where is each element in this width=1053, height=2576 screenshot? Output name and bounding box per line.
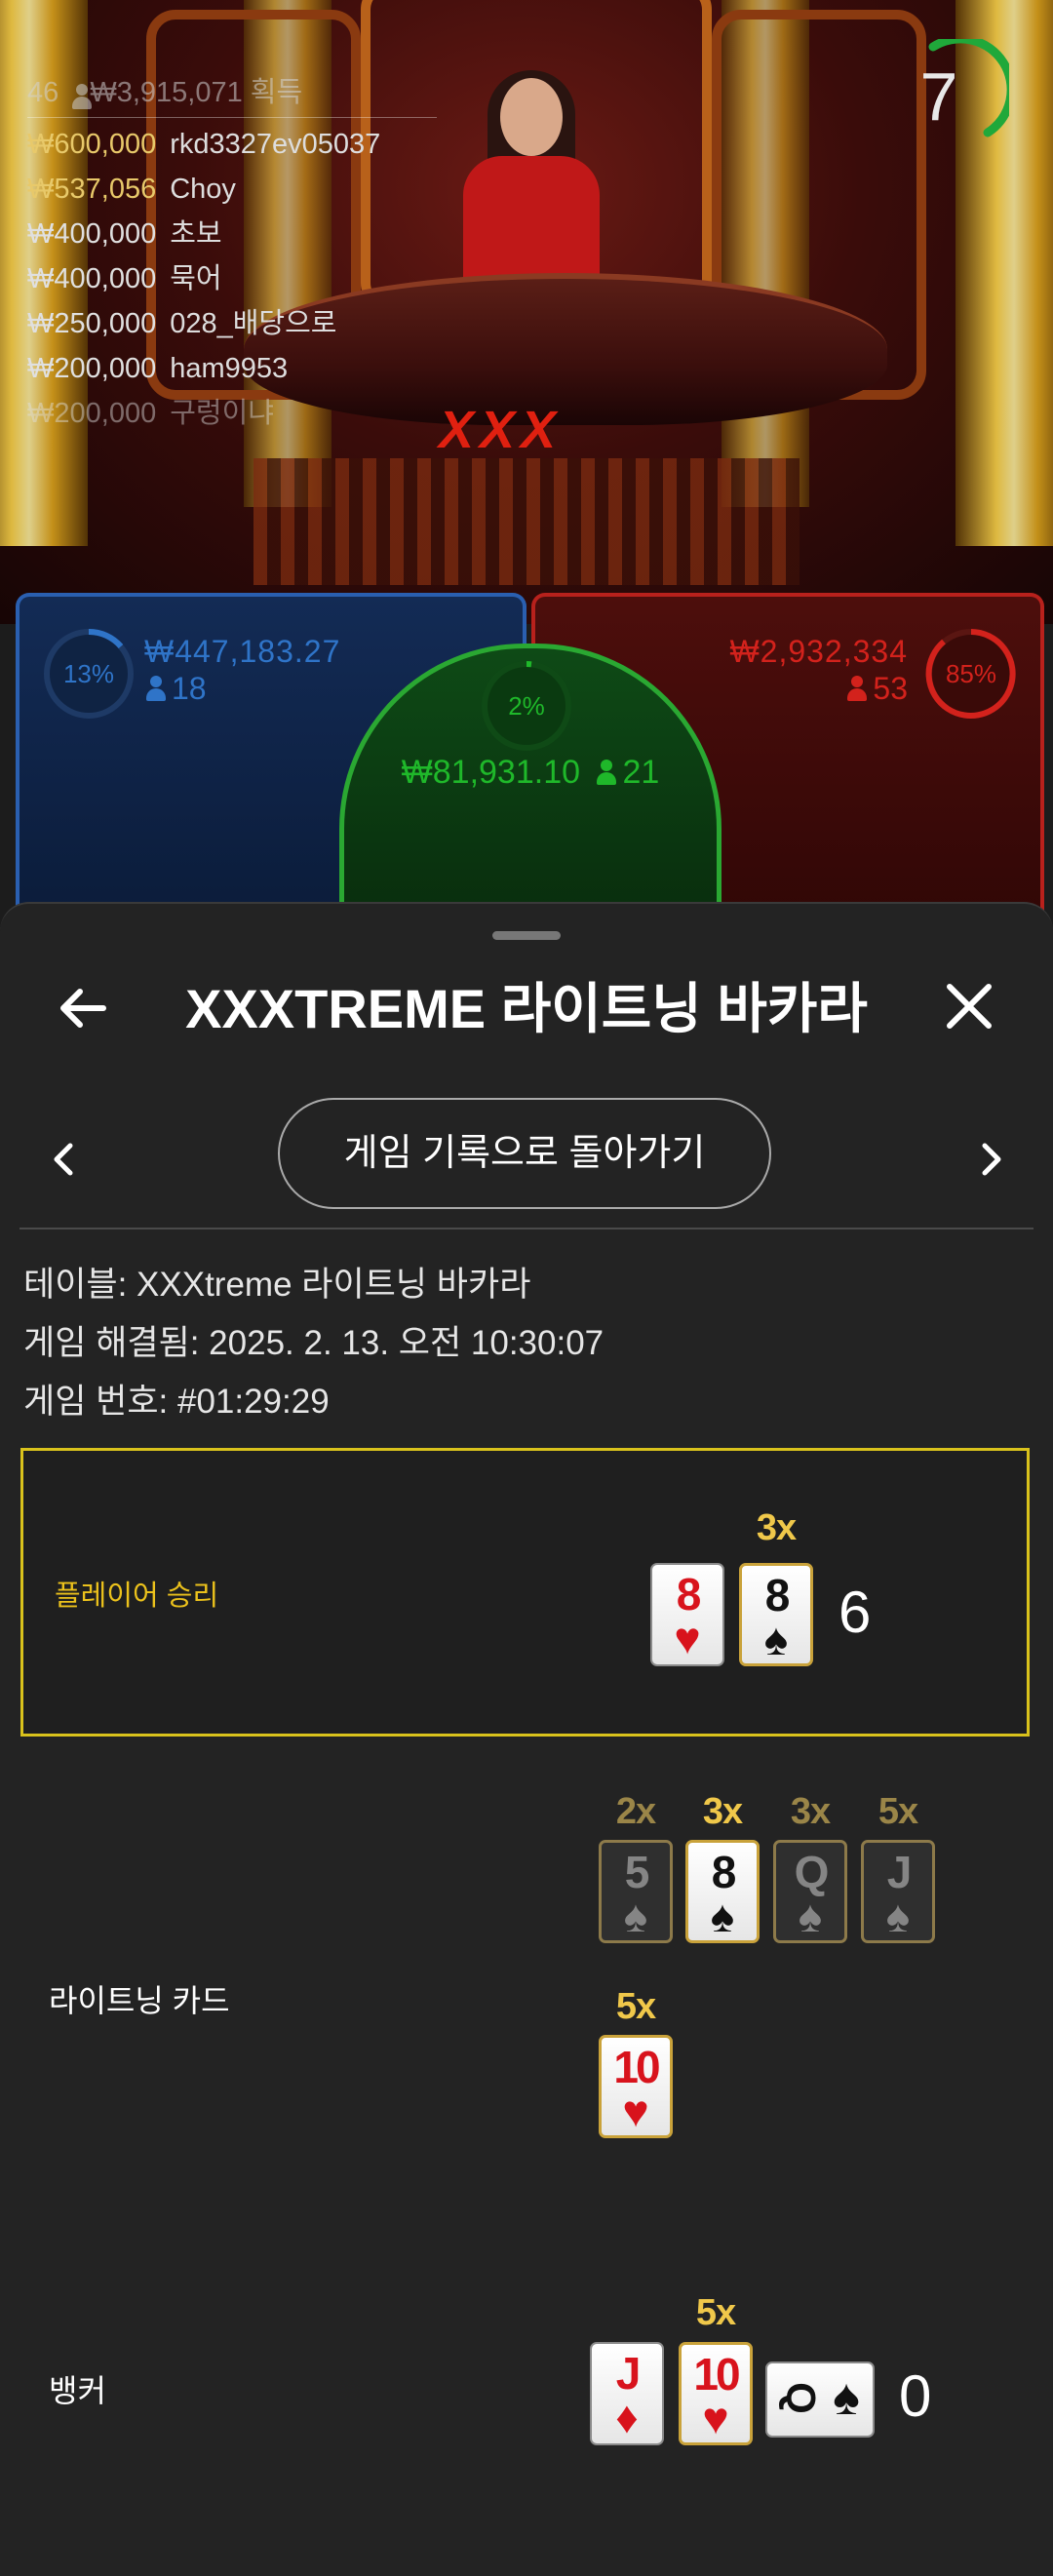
lightning-card: J ♠ [861,1840,935,1943]
winner-amount: ₩250,000 [27,308,157,339]
winner-amount: ₩537,056 [27,174,157,205]
card-multiplier: 5x [878,1791,918,1832]
spade-suit-icon: ♠ [710,1891,735,1941]
table-info: 테이블: XXXtreme 라이트닝 바카라 [23,1266,531,1304]
playing-card: 8 ♠ [739,1563,813,1666]
banker-percent: 85% [945,659,997,688]
person-icon [597,760,617,785]
playing-card: 8 ♥ [650,1563,724,1666]
banker-score: 0 [899,2363,932,2429]
winner-name: rkd3327ev05037 [170,129,381,160]
lightning-label: 라이트닝 카드 [49,1983,230,2018]
banker-label: 뱅커 [49,2373,106,2408]
spade-suit-icon: ♠ [763,1614,789,1664]
banker-count-value: 53 [873,671,908,706]
winner-name: 구렁이냐 [170,398,274,429]
lightning-card: 10 ♥ [599,2035,673,2138]
winner-name: 028_배당으로 [170,308,337,339]
diamond-suit-icon: ♦ [615,2392,639,2442]
winner-amount: ₩200,000 [27,353,157,384]
playing-card: J ♦ [590,2342,664,2445]
tie-bet-amount: ₩81,931.10 [401,754,581,791]
heart-suit-icon: ♥ [702,2393,729,2443]
card-multiplier: 3x [756,1507,797,1548]
timer-seconds: 7 [919,59,958,135]
card-multiplier: 5x [695,2292,736,2333]
player-bettor-count: 18 [146,671,207,707]
xxx-logo: XXX [439,401,563,459]
winners-list: 46 ₩3,915,071 획득 ₩600,000 rkd3327ev05037 … [27,70,437,436]
banker-bet-amount: ₩2,932,334 [729,634,908,669]
heart-suit-icon: ♥ [622,2086,649,2136]
spade-suit-icon: ♠ [833,2369,860,2426]
winner-amount: ₩400,000 [27,263,157,294]
winner-name: ham9953 [170,353,289,384]
result-label: 플레이어 승리 [55,1581,219,1612]
winner-row: ₩400,000 묵어 [27,256,437,301]
live-video-stream: XXX 46 ₩3,915,071 획득 ₩600,000 rkd3327ev05… [0,0,1053,624]
player-result-row: 플레이어 승리 8 ♥ 3x 8 ♠ 6 [20,1448,1030,1737]
winners-header: 46 ₩3,915,071 획득 [27,70,437,115]
banker-bettor-count: 53 [847,671,908,707]
winners-total: ₩3,915,071 [90,77,243,108]
sheet-title: XXXTREME 라이트닝 바카라 [185,978,868,1039]
person-icon [146,676,166,701]
card-rank: Q [778,2382,824,2411]
winner-row: ₩200,000 ham9953 [27,346,437,391]
tie-percent: 2% [508,691,545,721]
card-multiplier: 3x [702,1791,743,1832]
player-count-value: 18 [172,671,207,706]
chevron-left-icon[interactable] [45,1130,84,1189]
winner-row: ₩537,056 Choy [27,167,437,212]
player-score: 6 [838,1580,872,1645]
winner-amount: ₩400,000 [27,218,157,250]
studio-floor [254,458,800,585]
back-to-history-button[interactable]: 게임 기록으로 돌아가기 [278,1098,771,1209]
card-multiplier: 5x [615,1986,656,2027]
spade-suit-icon: ♠ [798,1891,823,1941]
winner-amount: ₩600,000 [27,129,157,160]
playing-card: 10 ♥ [679,2342,753,2445]
card-multiplier: 3x [790,1791,831,1832]
winner-amount: ₩200,000 [27,398,157,429]
winner-row: ₩600,000 rkd3327ev05037 [27,122,437,167]
card-multiplier: 2x [615,1791,656,1832]
lightning-card: Q ♠ [773,1840,847,1943]
lightning-card: 8 ♠ [685,1840,760,1943]
spade-suit-icon: ♠ [623,1891,648,1941]
winners-divider [27,117,437,118]
winner-name: 초보 [170,218,222,250]
bet-areas: 13% ₩447,183.27 18 85% ₩2,932,334 53 2% … [0,585,1053,960]
winner-row: ₩250,000 028_배당으로 [27,301,437,346]
winners-total-label: 획득 [250,77,303,108]
divider [20,1228,1034,1229]
person-icon [72,84,93,109]
game-number: 게임 번호: #01:29:29 [23,1383,330,1421]
back-arrow-icon[interactable] [53,977,115,1039]
lightning-card: 5 ♠ [599,1840,673,1943]
sheet-drag-handle[interactable] [492,931,561,940]
tie-bet-summary: ₩81,931.10 21 [344,754,717,792]
player-bet-amount: ₩447,183.27 [144,634,341,669]
tie-count-value: 21 [622,754,660,791]
game-resolved-time: 게임 해결됨: 2025. 2. 13. 오전 10:30:07 [23,1324,604,1362]
player-percent: 13% [62,659,115,688]
betting-timer: 7 [894,34,1016,154]
winner-name: 묵어 [170,263,222,294]
chevron-right-icon[interactable] [971,1130,1010,1189]
winners-count: 46 [27,77,59,108]
winner-row: ₩200,000 구렁이냐 [27,391,437,436]
playing-card: Q ♠ [765,2361,875,2438]
game-history-sheet: XXXTREME 라이트닝 바카라 게임 기록으로 돌아가기 테이블: XXXt… [0,902,1053,2576]
winner-name: Choy [170,174,236,205]
winner-row: ₩400,000 초보 [27,212,437,256]
close-icon[interactable] [938,975,1000,1037]
person-icon [847,676,868,701]
heart-suit-icon: ♥ [674,1613,701,1663]
spade-suit-icon: ♠ [885,1891,911,1941]
dealer [458,70,604,302]
